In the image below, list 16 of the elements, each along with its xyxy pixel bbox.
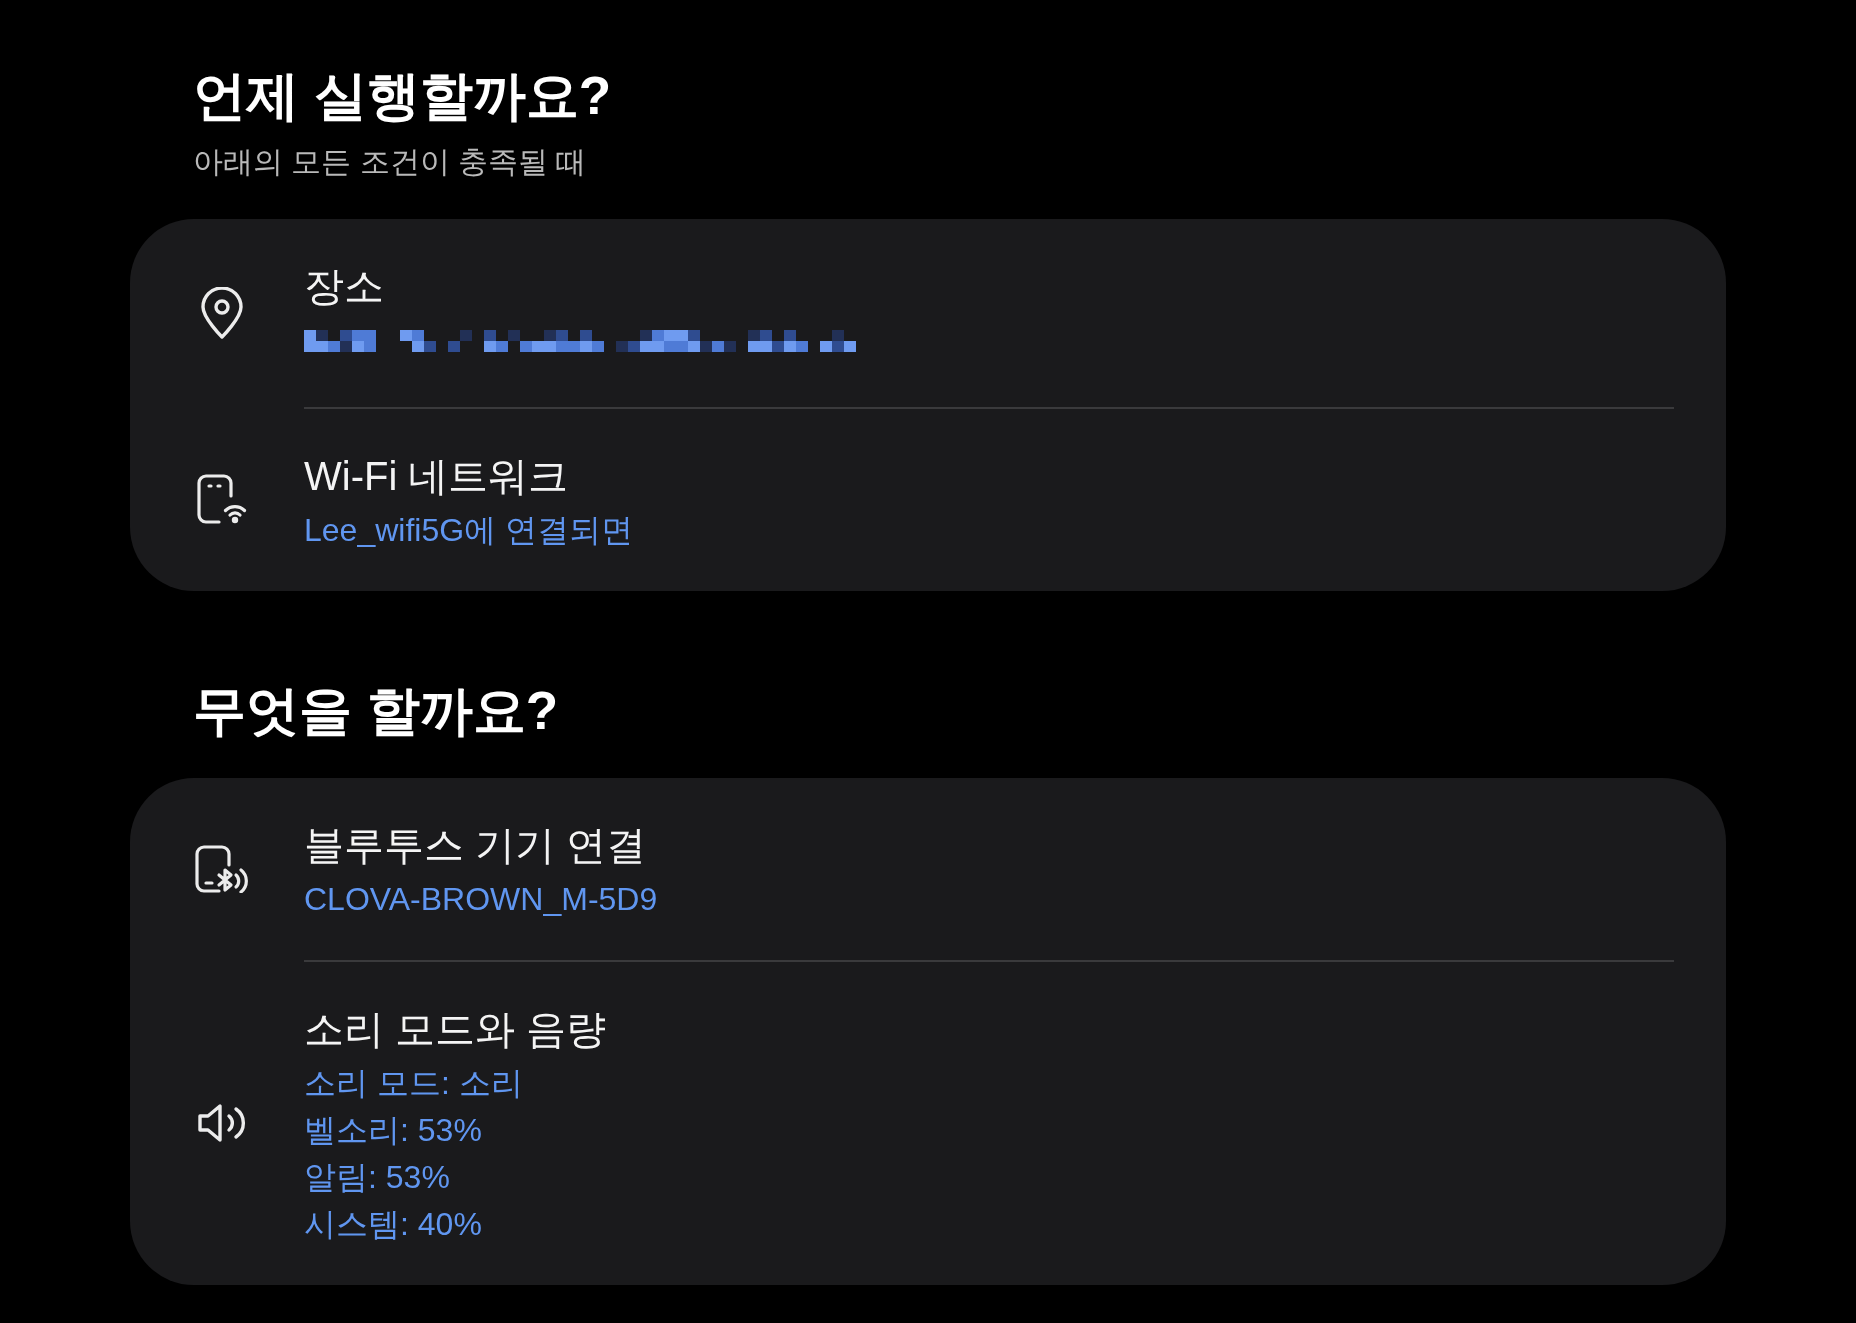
phone-bluetooth-icon <box>195 845 249 893</box>
section-heading: 언제 실행할까요? <box>193 65 612 127</box>
item-title: 블루투스 기기 연결 <box>304 822 647 869</box>
phone-wifi-icon <box>197 474 247 524</box>
location-pin-icon <box>201 287 243 339</box>
section-heading: 무엇을 할까요? <box>193 680 559 742</box>
item-title: 장소 <box>304 263 384 310</box>
item-title: Wi-Fi 네트워크 <box>304 453 569 500</box>
section-subtitle: 아래의 모든 조건이 충족될 때 <box>193 144 587 180</box>
detail-text: CLOVA-BROWN_M-5D9 <box>304 880 658 919</box>
detail-text: 소리 모드: 소리 <box>304 1064 523 1103</box>
detail-text: 벨소리: 53% <box>304 1111 482 1150</box>
detail-text: Lee_wifi5G에 연결되면 <box>304 511 633 550</box>
detail-text: 시스템: 40% <box>304 1205 482 1244</box>
item-title: 소리 모드와 음량 <box>304 1006 607 1053</box>
detail-text: 알림: 53% <box>304 1158 450 1197</box>
